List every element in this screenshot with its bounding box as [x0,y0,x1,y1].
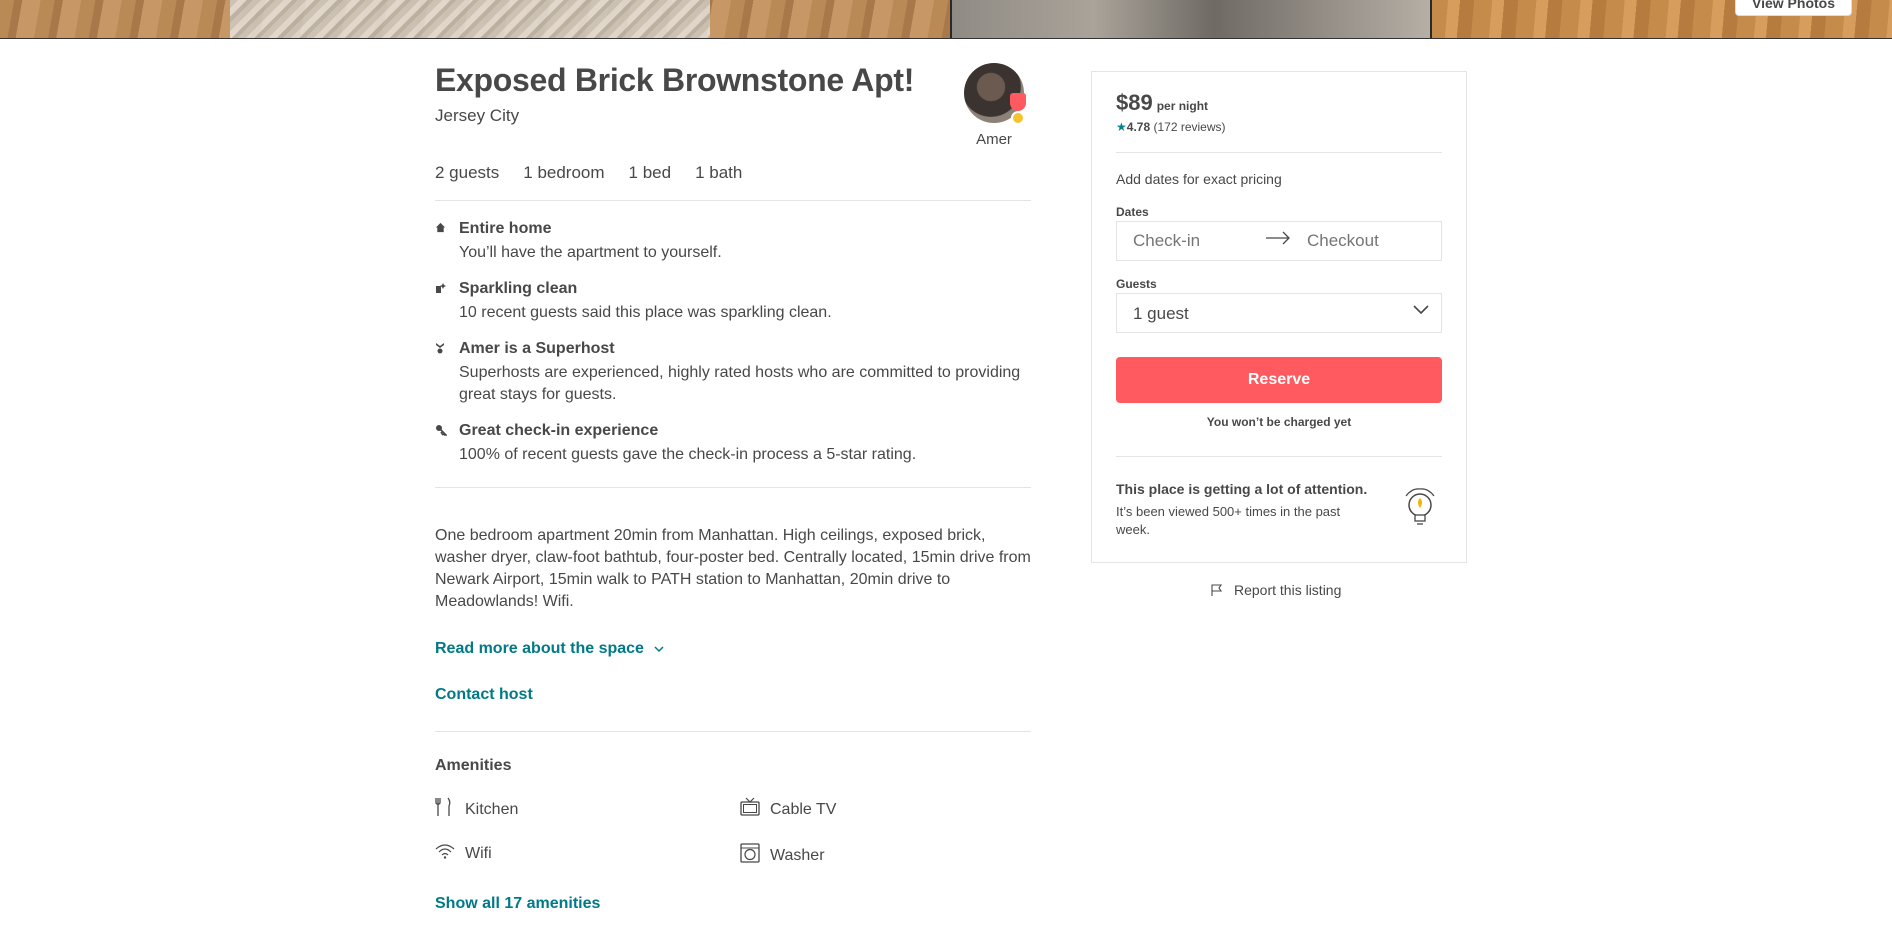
attention-title: This place is getting a lot of attention… [1116,481,1368,497]
tv-icon [740,797,762,822]
verified-dot-icon [1011,111,1025,125]
sparkle-icon [435,282,447,297]
report-listing-link[interactable]: Report this listing [1210,582,1341,598]
host-profile[interactable]: Amer [957,63,1031,148]
amenity-label: Washer [770,846,825,864]
view-photos-button[interactable]: View Photos [1735,0,1852,16]
guests-label: Guests [1116,277,1157,291]
contact-host-link[interactable]: Contact host [435,686,533,704]
read-more-label[interactable]: Read more about the space [435,640,644,657]
guests-value[interactable]: 1 guest [1133,304,1189,324]
listing-facts: 2 guests 1 bedroom 1 bed 1 bath [435,163,766,183]
no-charge-note: You won’t be charged yet [1206,415,1352,429]
home-icon [435,222,447,236]
rating-summary[interactable]: ★4.78 (172 reviews) [1116,120,1226,134]
read-more-link[interactable]: Read more about the space [435,640,664,658]
lightbulb-icon [1400,486,1440,530]
amenity-label: Wifi [465,844,492,862]
hero-photo-strip[interactable]: View Photos [0,0,1892,39]
chevron-down-icon[interactable] [1411,300,1431,320]
host-avatar[interactable] [964,63,1026,125]
divider [435,200,1031,201]
medal-icon [435,342,447,357]
divider [435,487,1031,488]
star-icon: ★ [1116,120,1127,134]
hero-photo-2[interactable] [950,0,1430,38]
price-amount: $89 [1116,90,1153,115]
listing-location[interactable]: Jersey City [435,106,519,126]
highlight-title: Amer is a Superhost [459,340,615,357]
flag-icon[interactable] [1210,583,1224,597]
attention-desc: It’s been viewed 500+ times in the past … [1116,504,1341,537]
chevron-down-icon[interactable] [654,640,664,658]
divider [1116,456,1442,457]
amenity-item: Washer [740,843,825,868]
review-count[interactable]: (172 reviews) [1153,120,1225,134]
amenity-item: Cable TV [740,797,836,822]
kitchen-icon [435,797,457,822]
divider [435,731,1031,732]
listing-description: One bedroom apartment 20min from Manhatt… [435,527,1031,610]
hero-photo-1-rug [230,0,710,38]
divider [1116,152,1442,153]
fact-beds: 1 bed [628,163,672,182]
hero-divider [950,0,952,38]
key-icon [435,424,448,439]
booking-card: $89 per night ★4.78 (172 reviews) Add dat… [1091,71,1467,563]
reserve-button[interactable]: Reserve [1116,357,1442,403]
highlight-checkin: Great check-in experience 100% of recent… [435,422,1031,466]
guests-select[interactable]: 1 guest [1116,293,1442,333]
amenity-item: Wifi [435,843,492,864]
rating-value: 4.78 [1126,120,1151,134]
dates-picker[interactable] [1116,221,1442,261]
highlight-desc: 100% of recent guests gave the check-in … [459,446,917,463]
show-all-amenities-link[interactable]: Show all 17 amenities [435,895,600,913]
fact-bedrooms: 1 bedroom [523,163,605,182]
highlight-entire-home: Entire home You’ll have the apartment to… [435,220,1031,264]
amenity-label: Cable TV [770,800,837,818]
fact-baths: 1 bath [695,163,743,182]
amenities-title: Amenities [435,757,512,774]
highlight-desc: Superhosts are experienced, highly rated… [459,364,1021,403]
amenity-item: Kitchen [435,797,518,822]
report-label[interactable]: Report this listing [1234,582,1341,598]
amenity-label: Kitchen [465,800,519,818]
superhost-badge-icon [1010,93,1026,111]
highlight-sparkling-clean: Sparkling clean 10 recent guests said th… [435,280,1031,324]
highlight-superhost: Amer is a Superhost Superhosts are exper… [435,340,1031,406]
price-unit: per night [1156,99,1209,113]
listing-title: Exposed Brick Brownstone Apt! [435,62,915,98]
wifi-icon [435,843,457,864]
highlight-desc: 10 recent guests said this place was spa… [459,304,832,321]
checkin-input[interactable] [1131,230,1255,252]
hero-divider [1430,0,1432,38]
highlight-title: Great check-in experience [459,422,659,439]
price-block: $89 per night [1116,90,1208,116]
add-dates-hint: Add dates for exact pricing [1116,171,1282,187]
highlight-title: Sparkling clean [459,280,578,297]
dates-label: Dates [1116,205,1149,219]
arrow-right-icon [1265,228,1291,254]
checkout-input[interactable] [1305,230,1429,252]
host-name[interactable]: Amer [957,131,1031,148]
fact-guests: 2 guests [435,163,500,182]
washer-icon [740,843,762,868]
highlight-desc: You’ll have the apartment to yourself. [459,244,722,261]
highlight-title: Entire home [459,220,552,237]
